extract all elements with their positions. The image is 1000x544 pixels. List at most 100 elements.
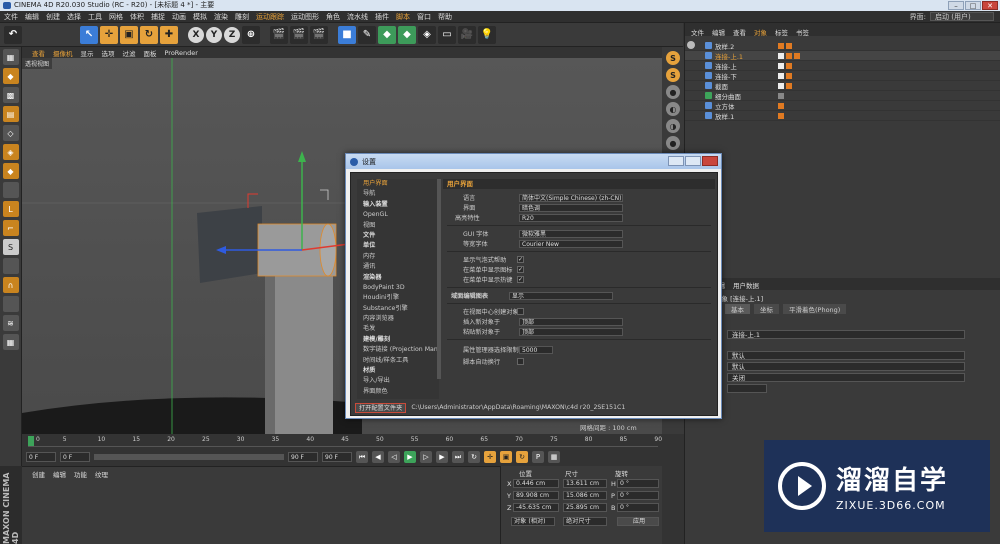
language-select[interactable]: 简体中文(Simple Chinese) (zh-CN) (519, 194, 623, 202)
category-item[interactable]: 用户界面 (357, 179, 439, 189)
grid-icon[interactable]: ▦ (2, 334, 19, 350)
subdivision-icon[interactable]: ◆ (378, 25, 396, 44)
current-frame-field[interactable]: 0 F (60, 452, 90, 462)
om-tab-edit[interactable]: 编辑 (712, 27, 725, 37)
category-item[interactable]: 内存 (357, 252, 439, 262)
menu-window[interactable]: 窗口 (417, 12, 431, 22)
category-item[interactable]: 文件 (357, 231, 439, 241)
edges-mode-icon[interactable]: ◈ (2, 144, 19, 160)
maximize-button[interactable]: □ (965, 1, 981, 10)
rot-b-field[interactable]: 0 ° (617, 503, 659, 512)
vp-menu-panel[interactable]: 面板 (144, 48, 157, 58)
x-axis-icon[interactable]: X (188, 26, 204, 43)
category-item[interactable]: 单位 (357, 241, 439, 251)
points-mode-icon[interactable]: ◇ (2, 125, 19, 141)
record-scale-icon[interactable]: ▣ (500, 451, 512, 463)
minimize-button[interactable]: – (948, 1, 964, 10)
object-row[interactable]: 放样.2 (685, 41, 1000, 51)
menu-mesh[interactable]: 网格 (109, 12, 123, 22)
model-mode-icon[interactable]: ◆ (2, 68, 19, 84)
preview-end-field[interactable]: 90 F (322, 452, 352, 462)
bubble-help-checkbox[interactable]: ✓ (517, 256, 524, 263)
category-item[interactable]: 视图 (357, 221, 439, 231)
floor-icon[interactable]: ▭ (438, 25, 456, 44)
light-icon[interactable]: 💡 (478, 25, 496, 44)
category-item[interactable]: 数字链接 (Projection Man) (357, 345, 439, 355)
dialog-close-button[interactable] (702, 156, 718, 166)
mat-tab-edit[interactable]: 编辑 (53, 469, 66, 479)
play-icon[interactable]: ▶ (404, 451, 416, 463)
goto-end-icon[interactable]: ⏭ (452, 451, 464, 463)
menu-animate[interactable]: 动画 (172, 12, 186, 22)
render-settings-icon[interactable]: 🎬 (310, 25, 328, 44)
close-button[interactable]: ✕ (982, 1, 998, 10)
category-item[interactable]: OpenGL (357, 210, 439, 220)
layout-select[interactable]: 启动 (用户) (930, 12, 994, 21)
om-tab-file[interactable]: 文件 (691, 27, 704, 37)
deformer-icon[interactable]: ◈ (418, 25, 436, 44)
pos-x-field[interactable]: 0.446 cm (513, 479, 559, 488)
magnet-icon[interactable]: ∩ (2, 277, 19, 293)
cube-icon[interactable]: ■ (338, 25, 356, 44)
menu-character[interactable]: 角色 (326, 12, 340, 22)
pos-y-field[interactable]: 89.908 cm (513, 491, 559, 500)
size-y-field[interactable]: 15.086 cm (563, 491, 607, 500)
am-tab-userdata[interactable]: 用户数据 (733, 280, 759, 290)
vp-menu-filter[interactable]: 过滤 (123, 48, 136, 58)
menu-tools[interactable]: 工具 (88, 12, 102, 22)
mat-tab-texture[interactable]: 纹理 (95, 469, 108, 479)
mat-tab-function[interactable]: 功能 (74, 469, 87, 479)
record-pla-icon[interactable]: ▦ (548, 451, 560, 463)
render-view-icon[interactable]: 🎬 (270, 25, 288, 44)
attr-display-color-select[interactable]: 关闭 (727, 373, 965, 382)
category-item[interactable]: Houdini引擎 (357, 293, 439, 303)
script-wrap-checkbox[interactable] (517, 358, 524, 365)
menu-simulate[interactable]: 模拟 (193, 12, 207, 22)
menu-create[interactable]: 创建 (46, 12, 60, 22)
om-tab-bookmarks[interactable]: 书签 (796, 27, 809, 37)
object-row[interactable]: 连接-上.1 (685, 51, 1000, 61)
object-row[interactable]: 连接-下 (685, 71, 1000, 81)
menu-script[interactable]: 脚本 (396, 12, 410, 22)
vp-menu-view[interactable]: 查看 (32, 48, 45, 58)
light-bulb-icon[interactable]: ● (666, 136, 680, 150)
recent-tool-icon[interactable]: ✚ (160, 25, 178, 44)
menu-volume[interactable]: 体积 (130, 12, 144, 22)
workplane-icon[interactable]: ▤ (2, 106, 19, 122)
dialog-title-bar[interactable]: 设置 (346, 154, 721, 169)
array-icon[interactable]: ◆ (398, 25, 416, 44)
insert-new-select[interactable]: 顶部 (519, 318, 623, 326)
category-item[interactable]: 界面颜色 (357, 387, 439, 397)
z-axis-icon[interactable]: Z (224, 26, 240, 43)
vp-menu-options[interactable]: 选项 (102, 48, 115, 58)
category-item[interactable]: 输入装置 (357, 200, 439, 210)
snap-s-icon[interactable]: S (666, 51, 680, 65)
snap-s2-icon[interactable]: S (666, 68, 680, 82)
menu-select[interactable]: 选择 (67, 12, 81, 22)
category-item[interactable]: 时间线/样条工具 (357, 356, 439, 366)
scale-icon[interactable]: ▣ (120, 25, 138, 44)
coord-mode-select[interactable]: 对象 (相对) (511, 517, 555, 526)
menu-plugins[interactable]: 插件 (375, 12, 389, 22)
open-preferences-folder-button[interactable]: 打开配置文件夹 (355, 402, 407, 413)
object-row[interactable]: 细分曲面 (685, 91, 1000, 101)
loop-icon[interactable]: ↻ (468, 451, 480, 463)
field-graph-select[interactable]: 显示 (509, 292, 613, 300)
goto-start-icon[interactable]: ⏮ (356, 451, 368, 463)
category-item[interactable]: 建模/雕刻 (357, 335, 439, 345)
highlight-select[interactable]: R20 (519, 214, 623, 222)
am-tab-coord[interactable]: 坐标 (754, 304, 779, 314)
category-item[interactable]: 通讯 (357, 262, 439, 272)
menu-motion-tracker[interactable]: 运动跟踪 (256, 12, 284, 22)
end-frame-field[interactable]: 90 F (288, 452, 318, 462)
range-slider[interactable] (94, 454, 284, 460)
size-mode-select[interactable]: 绝对尺寸 (563, 517, 607, 526)
category-item[interactable]: 导航 (357, 189, 439, 199)
axis-mode-icon[interactable]: L (2, 201, 19, 217)
category-scrollbar[interactable] (437, 179, 441, 379)
menu-pipeline[interactable]: 流水线 (347, 12, 368, 22)
next-key-icon[interactable]: ▶ (436, 451, 448, 463)
rotate-icon[interactable]: ↻ (140, 25, 158, 44)
create-center-checkbox[interactable] (517, 308, 524, 315)
make-editable-icon[interactable]: ▦ (2, 49, 19, 65)
